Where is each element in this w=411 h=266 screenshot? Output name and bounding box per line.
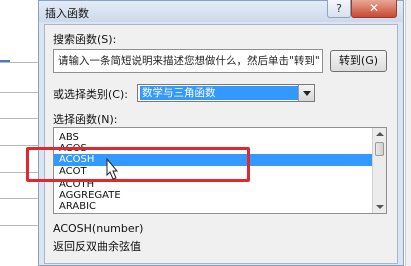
annotation-highlight-box (26, 147, 250, 182)
dropdown-arrow-icon[interactable] (298, 85, 314, 101)
goto-button[interactable]: 转到(G) (330, 50, 387, 72)
grid-line (0, 92, 40, 93)
dialog-titlebar[interactable]: 插入函数 ? ✕ (39, 0, 403, 22)
scroll-down-icon[interactable] (376, 205, 384, 209)
category-selected-value: 数学与三角函数 (140, 86, 298, 100)
close-icon: ✕ (368, 1, 380, 15)
grid-line (0, 118, 40, 119)
close-button[interactable]: ✕ (351, 0, 397, 18)
list-scrollbar[interactable] (372, 128, 386, 213)
search-input[interactable]: 请输入一条简短说明来描述您想做什么，然后单击"转到" (53, 49, 323, 73)
spreadsheet-background (0, 0, 40, 266)
search-label: 搜索函数(S): (53, 33, 117, 46)
grid-line (0, 225, 40, 226)
dialog-title: 插入函数 (45, 7, 89, 20)
function-item-abs[interactable]: ABS (54, 132, 372, 143)
dialog-content: 搜索函数(S): 请输入一条简短说明来描述您想做什么，然后单击"转到" 转到(G… (44, 24, 398, 264)
category-label: 或选择类别(C): (53, 88, 128, 101)
help-button[interactable]: ? (327, 0, 351, 18)
function-item-aggregate[interactable]: AGGREGATE (54, 190, 372, 201)
insert-function-dialog: 插入函数 ? ✕ 搜索函数(S): 请输入一条简短说明来描述您想做什么，然后单击… (38, 0, 404, 266)
grid-line (0, 198, 40, 199)
help-icon: ? (336, 2, 342, 15)
grid-line (0, 145, 40, 146)
active-cell-border (0, 60, 10, 90)
scroll-up-icon[interactable] (376, 132, 384, 136)
scrollbar-thumb[interactable] (375, 142, 384, 156)
category-select[interactable]: 数学与三角函数 (137, 84, 315, 102)
function-syntax: ACOSH(number) (53, 222, 144, 235)
function-description: 返回反双曲余弦值 (53, 240, 141, 253)
window-edge (405, 0, 411, 266)
function-list-label: 选择函数(N): (53, 113, 118, 126)
function-item-arabic[interactable]: ARABIC (54, 201, 372, 212)
mouse-cursor-icon (106, 158, 119, 180)
